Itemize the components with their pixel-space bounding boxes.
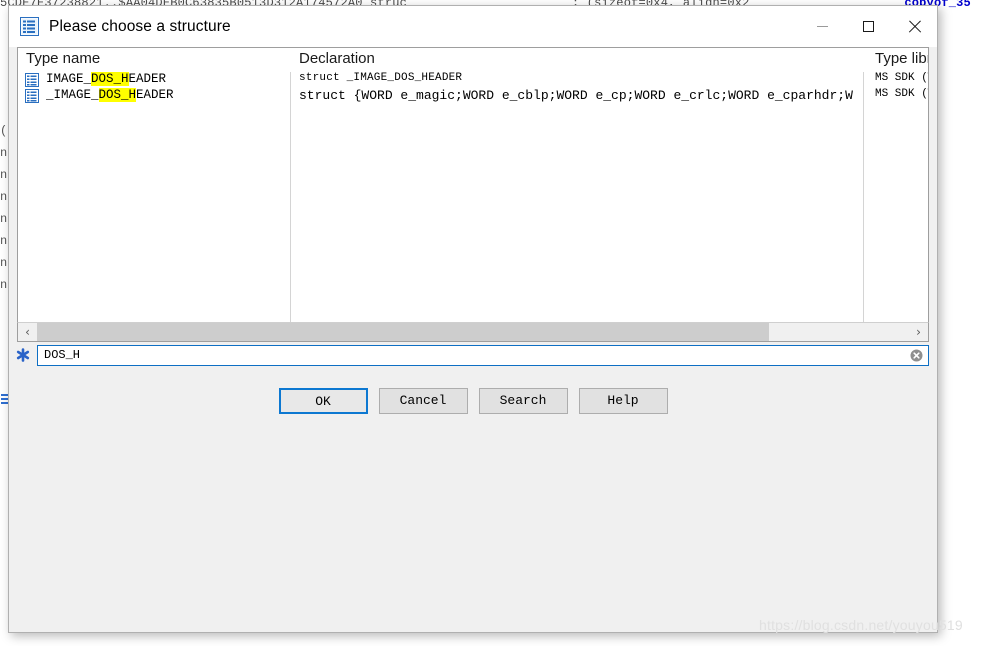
close-button[interactable]	[891, 6, 937, 47]
close-icon	[908, 20, 921, 33]
filter-field[interactable]	[37, 344, 929, 366]
column-header-declaration[interactable]: Declaration	[299, 50, 375, 67]
list-rows: IMAGE_DOS_HEADER struct _IMAGE_DOS_HEADE…	[18, 72, 928, 104]
search-button[interactable]: Search	[478, 388, 568, 414]
cell-declaration: struct _IMAGE_DOS_HEADER	[299, 72, 463, 84]
scroll-left-icon[interactable]: ‹	[18, 323, 37, 341]
cell-type-name: IMAGE_DOS_HEADER	[46, 72, 166, 86]
dialog-titlebar[interactable]: Please choose a structure	[9, 6, 937, 47]
cancel-button[interactable]: Cancel	[378, 388, 468, 414]
struct-list-icon	[25, 89, 39, 103]
cell-type-library: MS SDK (Window	[875, 72, 928, 84]
cell-declaration: struct {WORD e_magic;WORD e_cblp;WORD e_…	[299, 88, 853, 103]
column-header-type-library[interactable]: Type library	[875, 50, 928, 67]
screen: 5CDE7E37238821..$AA04DEB0C63835B0513D312…	[0, 0, 996, 646]
choose-structure-dialog: Please choose a structure Type name Decl…	[8, 5, 938, 633]
type-name-prefix: _IMAGE_	[46, 88, 99, 102]
filter-row	[9, 344, 929, 366]
table-row[interactable]: _IMAGE_DOS_HEADER struct {WORD e_magic;W…	[18, 88, 928, 104]
struct-list-icon	[25, 73, 39, 87]
ok-button[interactable]: OK	[278, 388, 368, 414]
scrollbar-track[interactable]	[37, 323, 909, 341]
type-name-match: DOS_H	[91, 72, 129, 86]
minimize-icon	[816, 26, 828, 27]
structure-list[interactable]: Type name Declaration Type library	[17, 47, 929, 322]
type-name-suffix: EADER	[136, 88, 174, 102]
type-name-prefix: IMAGE_	[46, 72, 92, 86]
maximize-icon	[862, 21, 874, 32]
column-header-type-name[interactable]: Type name	[26, 50, 100, 67]
type-name-suffix: EADER	[128, 72, 167, 86]
window-controls	[799, 6, 937, 47]
cell-type-name: _IMAGE_DOS_HEADER	[46, 88, 174, 102]
search-input[interactable]	[38, 345, 910, 365]
scrollbar-thumb[interactable]	[37, 323, 770, 341]
struct-list-icon	[20, 17, 39, 36]
cell-type-library: MS SDK (Window	[875, 88, 928, 100]
maximize-button[interactable]	[845, 6, 891, 47]
horizontal-scrollbar[interactable]: ‹ ›	[17, 322, 929, 342]
clear-circle-icon[interactable]	[910, 349, 923, 362]
help-button[interactable]: Help	[578, 388, 668, 414]
minimize-button[interactable]	[799, 6, 845, 47]
table-row[interactable]: IMAGE_DOS_HEADER struct _IMAGE_DOS_HEADE…	[18, 72, 928, 88]
filter-asterisk-icon[interactable]	[15, 347, 31, 363]
list-column-headers: Type name Declaration Type library	[18, 48, 928, 72]
dialog-title: Please choose a structure	[49, 17, 231, 35]
dialog-button-row: OK Cancel Search Help	[9, 366, 937, 632]
type-name-match: DOS_H	[98, 88, 137, 102]
scroll-right-icon[interactable]: ›	[909, 323, 928, 341]
